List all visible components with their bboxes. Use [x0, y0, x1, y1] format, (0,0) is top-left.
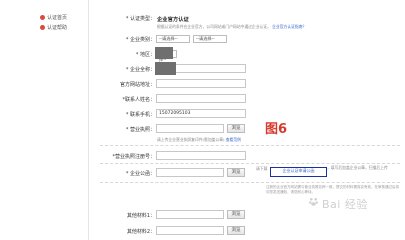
notes-text: 注册的企业官方网站需与营业执照名称一致，提交的材料需真实有效，在审核通过后将向您… — [266, 185, 399, 194]
other1-browse-button[interactable]: 浏览 — [227, 210, 245, 219]
type-guide-link[interactable]: 企业官方认证指南？ — [272, 24, 306, 29]
letter-browse-button[interactable]: 浏览 — [227, 168, 245, 177]
other2-label: 其他材料2： — [126, 229, 155, 235]
help-icon — [40, 25, 45, 30]
sidebar-item-label: 认证帮助 — [47, 25, 68, 31]
region-label: * 地区： — [135, 52, 155, 58]
contact-name-input[interactable] — [156, 94, 246, 103]
license-label: * 营业执照： — [125, 127, 155, 133]
name-label: * 企业全称： — [125, 67, 155, 73]
phone-label: * 联系手机： — [125, 112, 155, 118]
industry-select-1[interactable]: --请选择-- — [156, 35, 190, 43]
industry-label: * 企业类别： — [125, 37, 155, 43]
sidebar-item-home[interactable]: 认证首页 — [40, 14, 67, 21]
type-hint-text: 根据认证的条件在企业官方，公司网站或门户网站中通过企业认证。 — [157, 24, 271, 29]
watermark-text: Bai 经验 — [322, 198, 368, 211]
other1-label: 其他材料1： — [126, 213, 155, 219]
type-hint: 根据认证的条件在企业官方，公司网站或门户网站中通过企业认证。 企业官方认证指南？ — [157, 24, 306, 30]
phone-input[interactable]: 15072095103 — [156, 109, 246, 118]
website-input[interactable] — [156, 79, 246, 88]
other2-file-input[interactable] — [156, 226, 224, 235]
contact-label: *联系人姓名： — [122, 97, 155, 103]
section-divider — [100, 163, 400, 164]
type-label: * 认证类型： — [125, 16, 155, 22]
sidebar-divider — [88, 0, 89, 240]
paw-icon — [308, 197, 319, 206]
license-sample-link[interactable]: 查看范例 — [226, 137, 241, 142]
license-browse-button[interactable]: 浏览 — [227, 124, 245, 133]
letter-label: * 企业公函： — [125, 171, 155, 177]
section-divider — [100, 182, 400, 183]
other2-browse-button[interactable]: 浏览 — [227, 226, 245, 235]
home-icon — [40, 15, 45, 20]
sidebar: 认证首页 认证帮助 — [0, 0, 88, 240]
license-hint-text: 请上传企业营业执照复印件(需加盖公章) — [157, 137, 225, 142]
letter-hint-prefix: 请下载 — [256, 166, 268, 171]
license-hint: 请上传企业营业执照复印件(需加盖公章) 查看范例 — [157, 137, 241, 143]
other1-file-input[interactable] — [156, 210, 224, 219]
letter-hint-suffix: ，填写后加盖企业公章，扫描后上传 — [327, 165, 388, 170]
section-divider — [100, 145, 400, 146]
regno-label: *营业执照注册号： — [112, 154, 155, 160]
sidebar-item-help[interactable]: 认证帮助 — [40, 24, 67, 31]
figure-label: 图6 — [265, 122, 288, 137]
redacted-area — [155, 47, 173, 59]
industry-select-2[interactable]: --请选择-- — [193, 35, 227, 43]
letter-download-link[interactable]: 企业认证申请公函 — [270, 167, 327, 177]
regno-input[interactable] — [156, 151, 246, 160]
letter-file-input[interactable] — [156, 168, 224, 177]
redacted-area — [155, 62, 176, 75]
website-label: 官方网站地址： — [119, 82, 155, 88]
type-value: 企业官方认证 — [157, 17, 189, 23]
license-file-input[interactable] — [156, 124, 224, 133]
sidebar-item-label: 认证首页 — [47, 15, 68, 21]
